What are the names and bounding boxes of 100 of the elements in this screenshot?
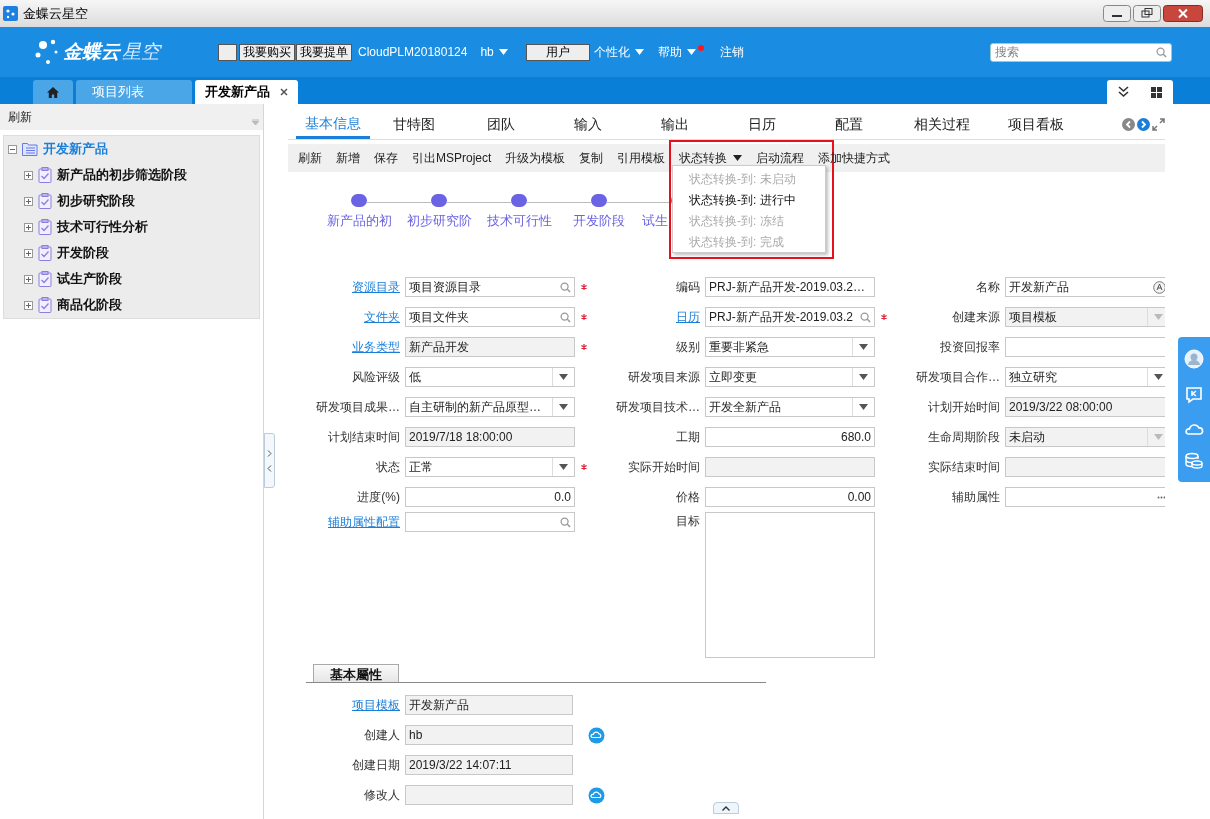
search-icon[interactable] bbox=[560, 311, 571, 323]
header-menu[interactable]: 帮助 bbox=[657, 43, 696, 61]
input-field[interactable]: 2019/3/22 08:00:00 bbox=[1005, 397, 1165, 417]
toolbar-button[interactable]: 引出MSProject bbox=[405, 149, 499, 167]
toolbar-button[interactable]: 启动流程 bbox=[749, 149, 812, 167]
close-icon[interactable] bbox=[1163, 5, 1203, 22]
chat-icon[interactable] bbox=[1184, 385, 1204, 406]
search-icon[interactable] bbox=[560, 516, 571, 528]
detail-tab[interactable]: 甘特图 bbox=[370, 110, 457, 139]
dropdown-field[interactable]: 未启动 bbox=[1005, 427, 1165, 447]
stage-label[interactable]: 初步研究阶 bbox=[406, 210, 472, 230]
detail-tab[interactable]: 团队 bbox=[457, 110, 544, 139]
field-link[interactable]: 日历 bbox=[676, 308, 700, 326]
role-button[interactable]: 用户 bbox=[525, 43, 590, 61]
previous-icon[interactable] bbox=[1122, 118, 1135, 131]
user-menu[interactable]: hb bbox=[480, 43, 508, 61]
tree-item[interactable]: 初步研究阶段 bbox=[57, 191, 135, 211]
toolbar-button[interactable]: 新增 bbox=[329, 149, 367, 167]
header-button[interactable]: 我要购买 bbox=[239, 43, 295, 61]
input-field[interactable]: 680.0 bbox=[705, 427, 875, 447]
input-field[interactable]: 开发新产品 bbox=[405, 695, 573, 715]
dropdown-field[interactable]: 开发全新产品 bbox=[705, 397, 875, 417]
toolbar-button[interactable]: 刷新 bbox=[291, 149, 329, 167]
lookup-field[interactable]: 项目资源目录 bbox=[405, 277, 575, 297]
dropdown-field[interactable]: 立即变更 bbox=[705, 367, 875, 387]
field-link[interactable]: 资源目录 bbox=[352, 278, 400, 296]
input-field[interactable]: 2019/7/18 18:00:00 bbox=[405, 427, 575, 447]
detail-tab[interactable]: 相关过程 bbox=[892, 110, 992, 139]
input-field[interactable]: hb bbox=[405, 725, 573, 745]
tree-item[interactable]: 商品化阶段 bbox=[57, 295, 122, 315]
minimize-icon[interactable] bbox=[1103, 5, 1131, 22]
input-field[interactable]: 0.0 bbox=[405, 487, 575, 507]
dropdown-field[interactable]: 自主研制的新产品原型… bbox=[405, 397, 575, 417]
expand-toggle-icon[interactable] bbox=[24, 274, 33, 284]
scroll-up-button[interactable] bbox=[713, 802, 739, 814]
input-field[interactable]: 开发新产品 bbox=[1005, 277, 1165, 297]
dropdown-field[interactable]: 重要非紧急 bbox=[705, 337, 875, 357]
section-tab[interactable]: 基本屬性 bbox=[313, 664, 399, 682]
input-field[interactable] bbox=[1005, 487, 1165, 507]
detail-tab[interactable]: 基本信息 bbox=[296, 110, 370, 139]
more-icon[interactable] bbox=[1157, 495, 1165, 499]
expand-toggle-icon[interactable] bbox=[8, 144, 17, 154]
search-field[interactable]: 搜索 bbox=[990, 42, 1172, 62]
input-field[interactable] bbox=[1005, 337, 1165, 357]
input-field[interactable]: 2019/3/22 14:07:11 bbox=[405, 755, 573, 775]
stage-label[interactable]: 技术可行性 bbox=[486, 210, 552, 230]
page-tab[interactable]: 开发新产品 bbox=[195, 80, 298, 104]
filter-icon[interactable] bbox=[252, 119, 259, 125]
input-field[interactable] bbox=[1005, 457, 1165, 477]
collapse-handle[interactable] bbox=[264, 433, 275, 488]
field-link[interactable]: 业务类型 bbox=[352, 338, 400, 356]
toolbar-button[interactable]: 复制 bbox=[572, 149, 611, 167]
tree-item[interactable]: 技术可行性分析 bbox=[57, 217, 148, 237]
maximize-icon[interactable] bbox=[1133, 5, 1161, 22]
blank-button[interactable] bbox=[218, 43, 237, 61]
field-link[interactable]: 文件夹 bbox=[364, 308, 400, 326]
stage-label[interactable]: 新产品的初 bbox=[326, 210, 392, 230]
search-icon[interactable] bbox=[860, 311, 871, 323]
textarea-field[interactable] bbox=[705, 512, 875, 658]
tree-item[interactable]: 试生产阶段 bbox=[57, 269, 122, 289]
cloud-icon[interactable] bbox=[1184, 421, 1204, 436]
search-icon[interactable] bbox=[560, 281, 571, 293]
detail-tab[interactable]: 配置 bbox=[805, 110, 892, 139]
lookup-field[interactable]: PRJ-新产品开发-2019.03.2 bbox=[705, 307, 875, 327]
detail-tab[interactable]: 输出 bbox=[631, 110, 718, 139]
input-field[interactable]: 新产品开发 bbox=[405, 337, 575, 357]
stage-label[interactable]: 试生 bbox=[642, 210, 668, 230]
detail-tab[interactable]: 日历 bbox=[718, 110, 805, 139]
tree-item[interactable]: 新产品的初步筛选阶段 bbox=[57, 165, 187, 185]
menu-item[interactable]: 状态转换-到: 进行中 bbox=[673, 189, 825, 210]
coins-icon[interactable] bbox=[1184, 451, 1204, 470]
globe-icon[interactable] bbox=[1153, 280, 1165, 294]
input-field[interactable] bbox=[405, 785, 573, 805]
header-menu[interactable]: 个性化 bbox=[593, 43, 644, 61]
expand-toggle-icon[interactable] bbox=[24, 170, 33, 180]
detail-tab[interactable]: 项目看板 bbox=[992, 110, 1079, 139]
avatar-icon[interactable] bbox=[1184, 349, 1204, 370]
stage-label[interactable]: 开发阶段 bbox=[573, 210, 625, 230]
cloud-icon[interactable] bbox=[588, 726, 605, 744]
dropdown-field[interactable]: 正常 bbox=[405, 457, 575, 477]
cloud-icon[interactable] bbox=[588, 786, 605, 804]
toolbar-button[interactable]: 引用模板 bbox=[610, 149, 673, 167]
dropdown-field[interactable]: 低 bbox=[405, 367, 575, 387]
close-icon[interactable] bbox=[280, 88, 288, 96]
expand-toggle-icon[interactable] bbox=[24, 248, 33, 258]
expand-toggle-icon[interactable] bbox=[24, 196, 33, 206]
dropdown-field[interactable]: 项目模板 bbox=[1005, 307, 1165, 327]
tree-item[interactable]: 开发阶段 bbox=[57, 243, 109, 263]
expand-toggle-icon[interactable] bbox=[24, 222, 33, 232]
toolbar-button[interactable]: 升级为模板 bbox=[498, 149, 573, 167]
field-link[interactable]: 项目模板 bbox=[352, 696, 400, 714]
input-field[interactable]: PRJ-新产品开发-2019.03.2… bbox=[705, 277, 875, 297]
expand-icon[interactable] bbox=[1152, 118, 1165, 131]
next-icon[interactable] bbox=[1137, 118, 1150, 131]
search-icon[interactable] bbox=[1156, 46, 1167, 58]
input-field[interactable]: 0.00 bbox=[705, 487, 875, 507]
home-tab[interactable] bbox=[33, 80, 73, 104]
dropdown-field[interactable]: 独立研究 bbox=[1005, 367, 1165, 387]
input-field[interactable] bbox=[705, 457, 875, 477]
tree-item[interactable]: 开发新产品 bbox=[43, 139, 108, 159]
